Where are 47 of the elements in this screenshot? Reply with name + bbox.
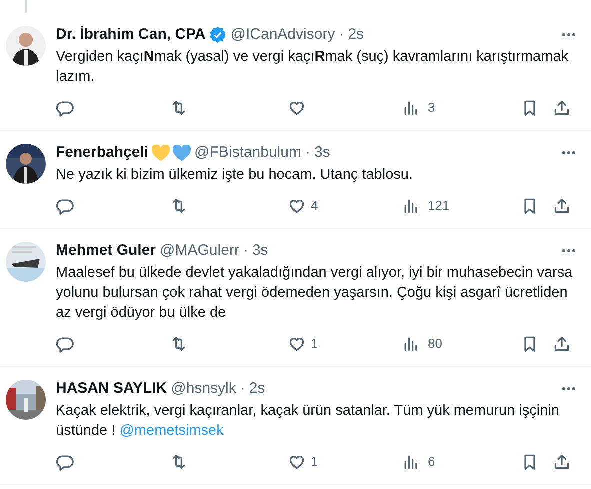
post-text: Maalesef bu ülkede devlet yakaladığından vergi alıyor, iyi bir muhasebecin varsa yolunu bulursan çok rahat vergi ödemeden yaşarsın. Çoğu kişi asgarî ücretliden az vergi ödüyor bu ülke de bbox=[56, 264, 574, 323]
reply-icon[interactable] bbox=[56, 453, 74, 471]
like-count: 1 bbox=[311, 335, 318, 354]
author-name[interactable]: Fenerbahçeli bbox=[56, 143, 149, 163]
post-text: Vergiden kaçıNmak (yasal) ve vergi kaçıRmak (suç) kavramlarını karıştırmamak lazım. bbox=[56, 48, 570, 87]
post-time[interactable]: 3s bbox=[314, 143, 330, 163]
post-text: Kaçak elektrik, vergi kaçıranlar, kaçak ürün satanlar. Tüm yük memurun işçinin üstünde ! @memetsimsek bbox=[56, 402, 560, 441]
heart-icon[interactable] bbox=[288, 335, 306, 353]
like-count: 4 bbox=[311, 197, 318, 216]
reply-icon[interactable] bbox=[56, 335, 74, 353]
heart-icon[interactable] bbox=[288, 453, 306, 471]
separator-dot: · bbox=[339, 25, 344, 45]
heart-icon[interactable] bbox=[288, 99, 306, 117]
bar-chart-icon[interactable] bbox=[402, 99, 420, 117]
view-count: 121 bbox=[428, 197, 450, 216]
reply-icon[interactable] bbox=[56, 197, 74, 215]
bar-chart-icon[interactable] bbox=[402, 335, 420, 353]
post-time[interactable]: 3s bbox=[252, 241, 268, 261]
repost-icon[interactable] bbox=[170, 453, 188, 471]
post-time[interactable]: 2s bbox=[348, 25, 364, 45]
share-icon[interactable] bbox=[553, 99, 571, 117]
separator-dot: · bbox=[243, 241, 248, 261]
author-name[interactable]: Dr. İbrahim Can, CPA bbox=[56, 25, 206, 45]
user-handle[interactable]: @MAGulerr bbox=[160, 241, 240, 261]
share-icon[interactable] bbox=[553, 197, 571, 215]
repost-icon[interactable] bbox=[170, 197, 188, 215]
bar-chart-icon[interactable] bbox=[402, 453, 420, 471]
share-icon[interactable] bbox=[553, 335, 571, 353]
heart-icon[interactable] bbox=[288, 197, 306, 215]
author-name[interactable]: Mehmet Guler bbox=[56, 241, 156, 261]
user-handle[interactable]: @FBistanbulum bbox=[194, 143, 302, 163]
post-time[interactable]: 2s bbox=[249, 379, 266, 399]
reply-icon[interactable] bbox=[56, 99, 74, 117]
user-handle[interactable]: @ICanAdvisory bbox=[230, 25, 336, 45]
separator-dot: · bbox=[240, 379, 246, 399]
repost-icon[interactable] bbox=[170, 99, 188, 117]
view-count: 6 bbox=[428, 453, 436, 472]
post-text: Ne yazık ki bizim ülkemiz işte bu hocam. Utanç tablosu. bbox=[56, 166, 414, 185]
view-count: 3 bbox=[428, 99, 436, 118]
user-handle[interactable]: @hsnsylk bbox=[171, 379, 236, 399]
separator-dot: · bbox=[305, 143, 310, 163]
author-name[interactable]: HASAN SAYLIK bbox=[56, 379, 168, 399]
share-icon[interactable] bbox=[553, 453, 571, 471]
bar-chart-icon[interactable] bbox=[402, 197, 420, 215]
like-count: 1 bbox=[311, 453, 318, 472]
view-count: 80 bbox=[428, 335, 442, 354]
repost-icon[interactable] bbox=[170, 335, 188, 353]
